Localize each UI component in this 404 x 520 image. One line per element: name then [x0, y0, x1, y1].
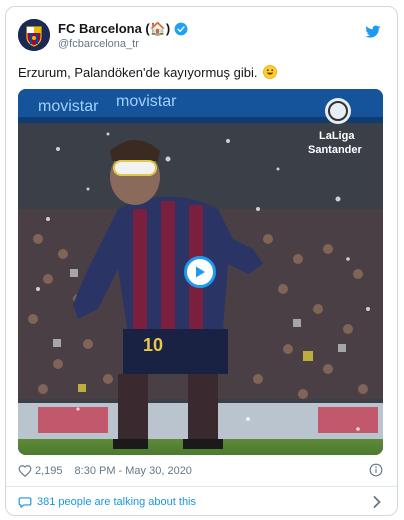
- conversation-link[interactable]: 381 people are talking about this: [18, 493, 385, 511]
- divider: [6, 486, 397, 487]
- svg-text:Santander: Santander: [308, 144, 363, 156]
- grinning-face-icon: [263, 65, 278, 79]
- svg-text:movistar: movistar: [38, 98, 99, 115]
- play-icon: [196, 266, 205, 278]
- svg-text:10: 10: [143, 335, 163, 355]
- play-button[interactable]: [184, 256, 216, 288]
- conversation-count: 381 people are talking about this: [37, 496, 197, 508]
- tweet-meta: 2,195 8:30 PM - May 30, 2020: [18, 462, 385, 480]
- twitter-bird-icon[interactable]: [365, 25, 381, 39]
- tweet-text: Erzurum, Palandöken'de kayıyormuş gibi.: [18, 65, 278, 80]
- svg-text:LaLiga: LaLiga: [319, 130, 355, 142]
- info-icon[interactable]: [369, 463, 383, 477]
- like-count: 2,195: [35, 465, 63, 477]
- svg-text:movistar: movistar: [116, 93, 177, 110]
- speech-bubble-icon: [18, 497, 32, 508]
- avatar[interactable]: [18, 19, 50, 51]
- video-media[interactable]: movistar movistar 10 LaLiga Santander: [18, 89, 383, 455]
- tweet-card[interactable]: FC Barcelona (🏠) @fcbarcelona_tr Erzurum…: [5, 6, 398, 516]
- heart-icon: [18, 465, 32, 478]
- like-button[interactable]: 2,195: [18, 464, 63, 478]
- timestamp[interactable]: 8:30 PM - May 30, 2020: [75, 465, 192, 477]
- tweet-text-content: Erzurum, Palandöken'de kayıyormuş gibi.: [18, 65, 258, 80]
- display-name[interactable]: FC Barcelona (🏠): [58, 21, 170, 37]
- user-handle[interactable]: @fcbarcelona_tr: [58, 38, 139, 50]
- tweet-header: FC Barcelona (🏠) @fcbarcelona_tr: [18, 19, 385, 59]
- verified-badge-icon: [174, 22, 188, 36]
- chevron-right-icon: [373, 496, 381, 508]
